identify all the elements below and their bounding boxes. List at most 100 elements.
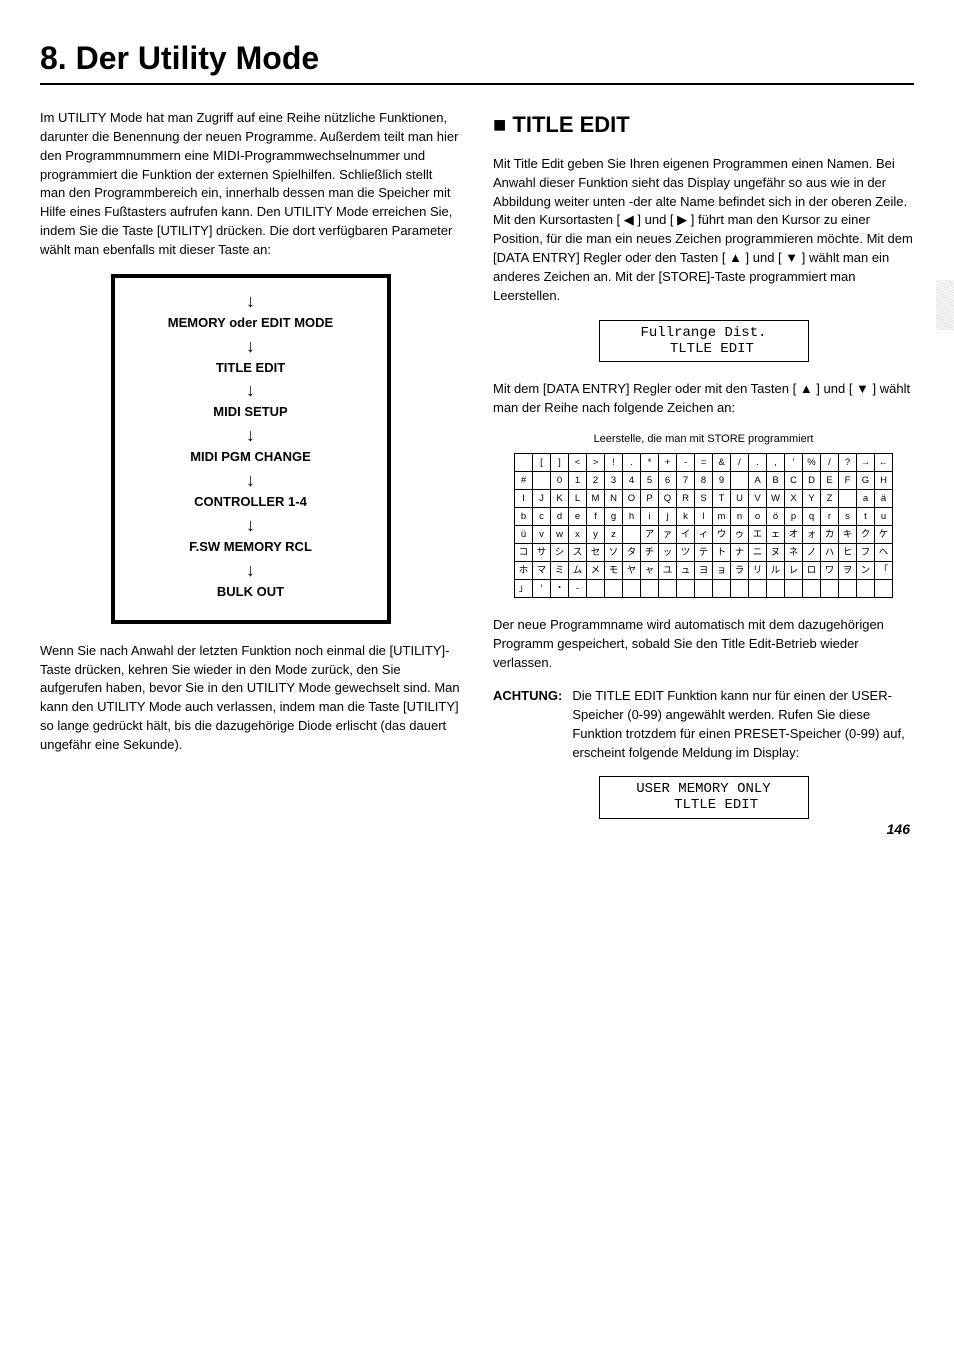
char-cell <box>839 490 857 508</box>
flow-step: CONTROLLER 1-4 <box>194 493 307 512</box>
char-cell: U <box>731 490 749 508</box>
char-cell: ヲ <box>839 562 857 580</box>
char-cell: 5 <box>641 472 659 490</box>
char-cell <box>749 580 767 598</box>
char-cell: ホ <box>515 562 533 580</box>
char-cell: N <box>605 490 623 508</box>
char-cell: ネ <box>785 544 803 562</box>
char-cell: ワ <box>821 562 839 580</box>
char-cell: - <box>569 580 587 598</box>
char-cell: j <box>659 508 677 526</box>
char-cell: q <box>803 508 821 526</box>
char-cell: i <box>641 508 659 526</box>
char-cell: ' <box>785 454 803 472</box>
char-cell: / <box>821 454 839 472</box>
char-cell: ル <box>767 562 785 580</box>
char-cell: b <box>515 508 533 526</box>
char-cell: h <box>623 508 641 526</box>
char-cell: 0 <box>551 472 569 490</box>
char-cell: D <box>803 472 821 490</box>
char-cell: r <box>821 508 839 526</box>
char-cell <box>821 580 839 598</box>
char-cell: 」 <box>515 580 533 598</box>
title-edit-p3: Der neue Programmname wird automatisch m… <box>493 616 914 673</box>
char-cell: A <box>749 472 767 490</box>
char-cell: F <box>839 472 857 490</box>
char-cell: & <box>713 454 731 472</box>
char-cell: シ <box>551 544 569 562</box>
char-cell: ノ <box>803 544 821 562</box>
char-cell: / <box>731 454 749 472</box>
char-cell: < <box>569 454 587 472</box>
character-table: []<>!.*+-=&/.,'%/?→←# 0123456789 ABCDEFG… <box>514 453 893 598</box>
char-cell: ! <box>605 454 623 472</box>
arrow-down-icon: ↓ <box>246 471 255 489</box>
char-cell: ä <box>875 490 893 508</box>
char-cell <box>623 580 641 598</box>
char-cell <box>839 580 857 598</box>
char-cell: O <box>623 490 641 508</box>
intro-paragraph: Im UTILITY Mode hat man Zugriff auf eine… <box>40 109 461 260</box>
char-cell: k <box>677 508 695 526</box>
char-table-caption: Leerstelle, die man mit STORE programmie… <box>493 432 914 448</box>
char-cell: * <box>641 454 659 472</box>
char-cell: チ <box>641 544 659 562</box>
char-cell: [ <box>533 454 551 472</box>
char-cell: P <box>641 490 659 508</box>
char-cell <box>803 580 821 598</box>
flow-step: MIDI SETUP <box>213 403 287 422</box>
char-cell: ス <box>569 544 587 562</box>
char-cell: 9 <box>713 472 731 490</box>
char-cell: ク <box>857 526 875 544</box>
lcd-display-2: USER MEMORY ONLY TLTLE EDIT <box>599 776 809 818</box>
char-cell: ム <box>569 562 587 580</box>
char-cell <box>857 580 875 598</box>
char-cell <box>641 580 659 598</box>
flow-step: MIDI PGM CHANGE <box>190 448 311 467</box>
char-cell: . <box>623 454 641 472</box>
char-cell: リ <box>749 562 767 580</box>
char-cell <box>515 454 533 472</box>
char-cell: % <box>803 454 821 472</box>
char-cell: p <box>785 508 803 526</box>
page-number: 146 <box>887 821 910 837</box>
char-cell <box>623 526 641 544</box>
char-cell: モ <box>605 562 623 580</box>
page-title: 8. Der Utility Mode <box>40 40 914 77</box>
char-cell: ハ <box>821 544 839 562</box>
char-cell: ャ <box>641 562 659 580</box>
arrow-down-icon: ↓ <box>246 426 255 444</box>
attention-note: ACHTUNG: Die TITLE EDIT Funktion kann nu… <box>493 687 914 762</box>
char-cell: ラ <box>731 562 749 580</box>
char-cell: x <box>569 526 587 544</box>
char-cell: z <box>605 526 623 544</box>
title-edit-p1: Mit Title Edit geben Sie Ihren eigenen P… <box>493 155 914 306</box>
char-cell: Z <box>821 490 839 508</box>
attention-text: Die TITLE EDIT Funktion kann nur für ein… <box>568 687 914 762</box>
char-cell: 8 <box>695 472 713 490</box>
char-cell: ォ <box>803 526 821 544</box>
char-cell <box>713 580 731 598</box>
char-cell <box>605 580 623 598</box>
flow-step: F.SW MEMORY RCL <box>189 538 312 557</box>
char-cell <box>533 472 551 490</box>
char-cell: C <box>785 472 803 490</box>
char-cell: ヤ <box>623 562 641 580</box>
flow-step: TITLE EDIT <box>216 359 285 378</box>
char-cell: セ <box>587 544 605 562</box>
char-cell: Q <box>659 490 677 508</box>
two-column-layout: Im UTILITY Mode hat man Zugriff auf eine… <box>40 109 914 837</box>
char-cell: ゥ <box>731 526 749 544</box>
char-cell <box>875 580 893 598</box>
section-heading: TITLE EDIT <box>493 109 914 141</box>
arrow-down-icon: ↓ <box>246 516 255 534</box>
char-cell: u <box>875 508 893 526</box>
char-cell: a <box>857 490 875 508</box>
char-cell: R <box>677 490 695 508</box>
arrow-down-icon: ↓ <box>246 381 255 399</box>
char-cell: J <box>533 490 551 508</box>
char-cell: ニ <box>749 544 767 562</box>
char-cell: ü <box>515 526 533 544</box>
char-cell: d <box>551 508 569 526</box>
char-cell <box>731 580 749 598</box>
